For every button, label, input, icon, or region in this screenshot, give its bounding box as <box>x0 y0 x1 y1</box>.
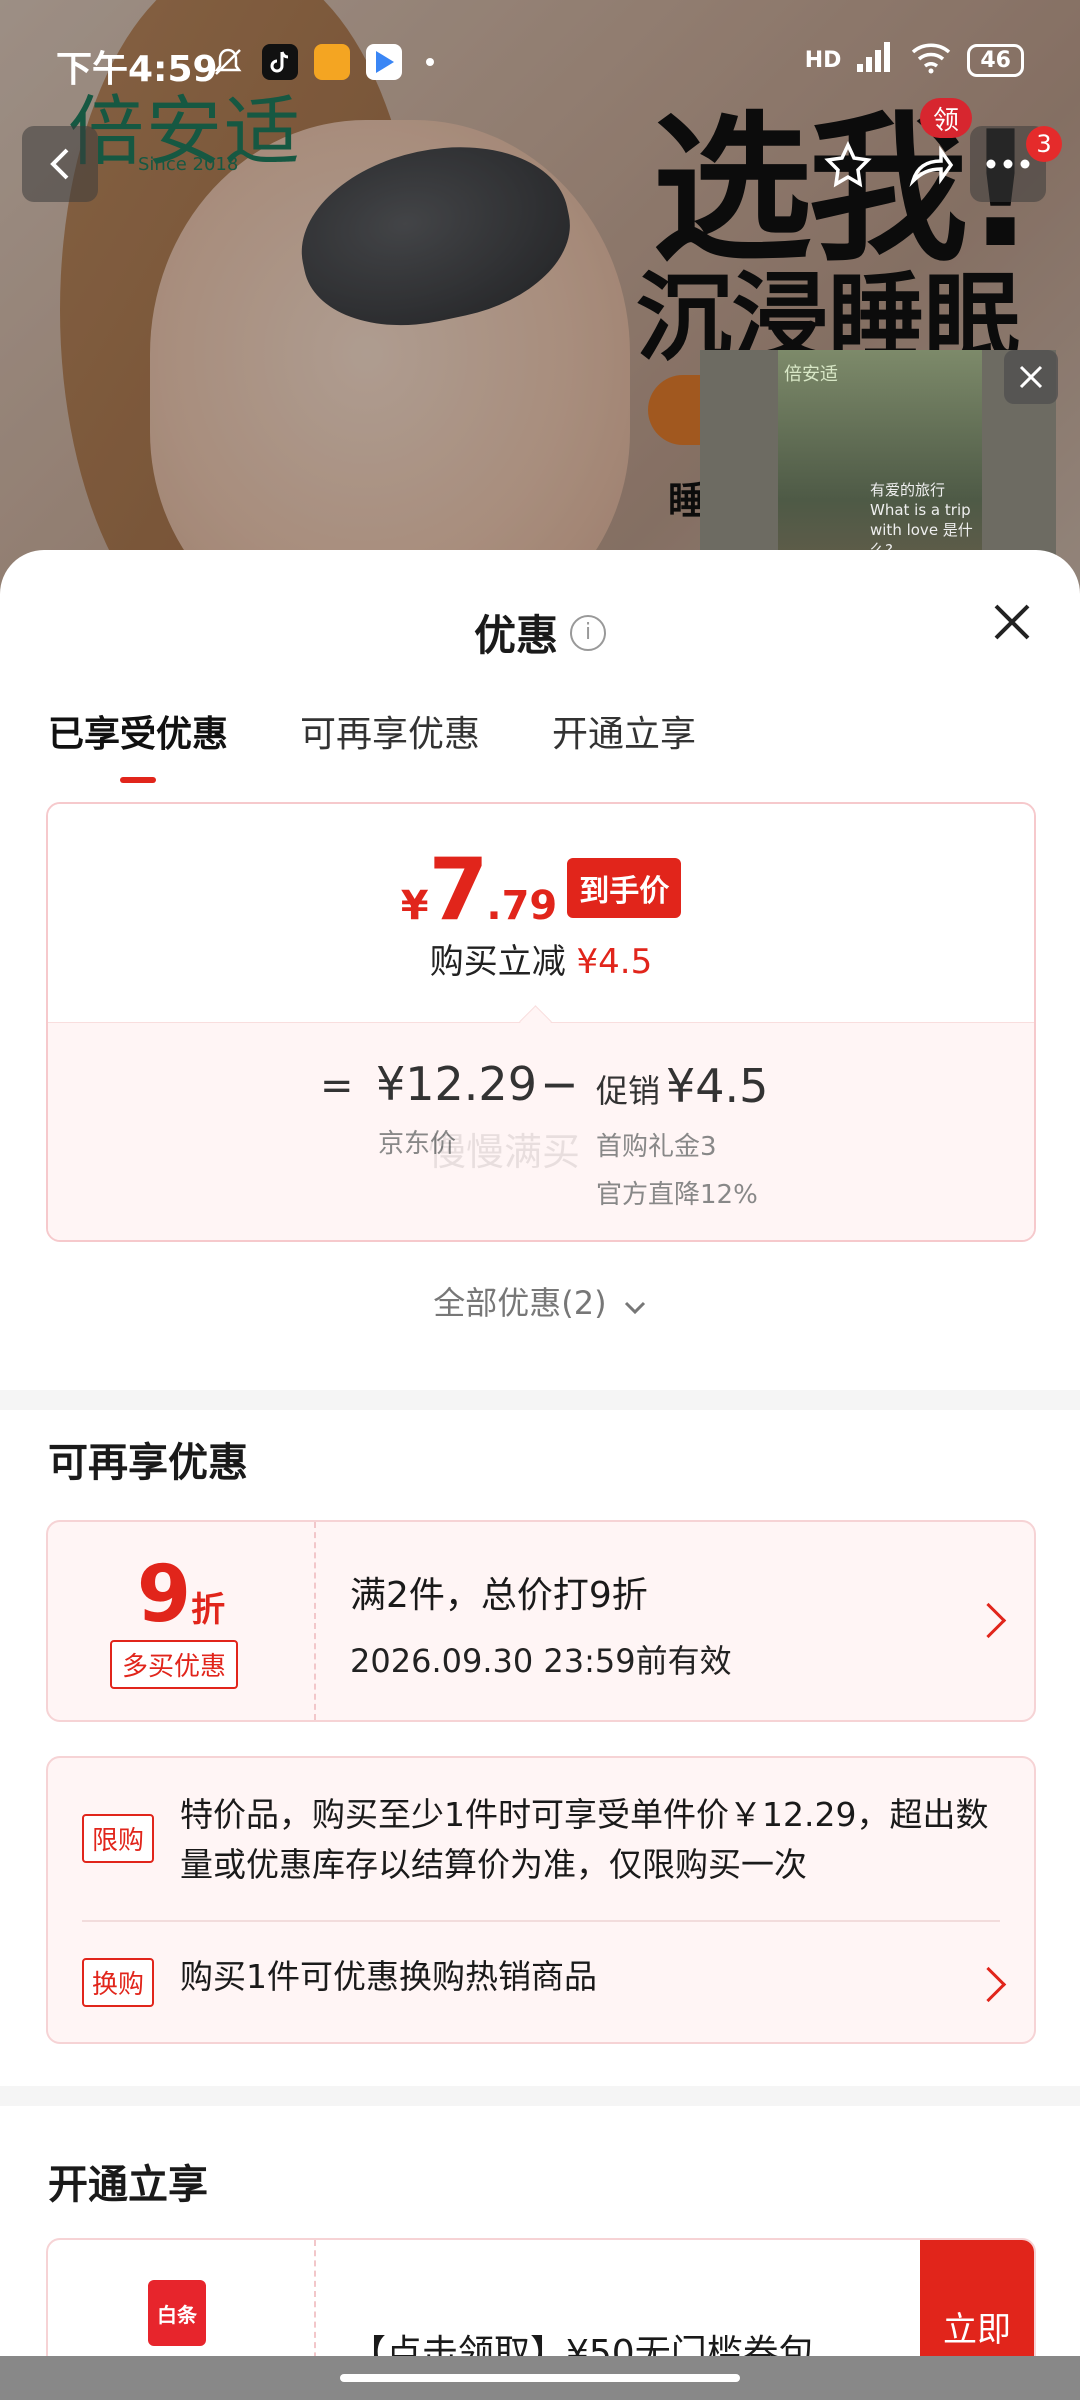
notes-app-icon <box>314 44 350 80</box>
limit-rule-text: 特价品，购买至少1件时可享受单件价￥12.29，超出数量或优惠库存以结算价为准，… <box>180 1795 989 1884</box>
purchase-rules-card: 限购 特价品，购买至少1件时可享受单件价￥12.29，超出数量或优惠库存以结算价… <box>46 1756 1036 2044</box>
promo-amount-line: 促销 ¥4.5 <box>596 1059 768 1113</box>
video-brand: 倍安适 <box>784 364 838 385</box>
section-divider <box>0 1390 1080 1410</box>
final-price: ¥7.79 到手价 <box>48 840 1034 940</box>
discount-validity: 2026.09.30 23:59前有效 <box>350 1642 732 1680</box>
signal-icon <box>855 40 895 80</box>
wifi-icon <box>909 40 953 80</box>
more-discounts-title: 可再享优惠 <box>48 1440 248 1486</box>
price-breakdown-card: ¥7.79 到手价 购买立减 ¥4.5 = ¥12.29 京东价 − 促销 ¥4.5… <box>46 802 1036 1242</box>
discount-type-tag: 多买优惠 <box>110 1640 239 1689</box>
rule-divider <box>82 1920 1000 1922</box>
discount-rate: 9折 <box>48 1550 314 1640</box>
battery-indicator: 46 <box>967 43 1024 77</box>
all-discounts-toggle[interactable]: 全部优惠(2) <box>0 1278 1080 1324</box>
chevron-right-icon <box>970 1602 1007 1639</box>
reduce-amount: ¥4.5 <box>576 942 653 982</box>
discount-rate-number: 9 <box>136 1550 192 1640</box>
section-divider <box>0 2086 1080 2106</box>
promo-item: 首购礼金3 <box>596 1132 717 1162</box>
home-indicator[interactable] <box>340 2374 740 2382</box>
floating-video-close-button[interactable] <box>1004 350 1058 404</box>
promo-label: 促销 <box>596 1072 661 1110</box>
final-price-integer: 7 <box>428 840 489 940</box>
discount-description: 满2件，总价打9折 <box>350 1575 648 1616</box>
silent-icon <box>210 44 246 80</box>
limit-tag: 限购 <box>82 1814 155 1863</box>
tab-enjoyed[interactable]: 已享受优惠 <box>48 705 228 783</box>
discount-coupon-card[interactable]: 9折 多买优惠 满2件，总价打9折 2026.09.30 23:59前有效 <box>46 1520 1036 1722</box>
cart-count-badge: 3 <box>1026 126 1062 162</box>
promo-items: 首购礼金3 官方直降12% <box>596 1123 758 1219</box>
all-discounts-label: 全部优惠(2) <box>433 1284 607 1322</box>
tab-open[interactable]: 开通立享 <box>552 705 696 783</box>
sheet-title: 优惠 <box>473 611 558 660</box>
exchange-tag: 换购 <box>82 1958 155 2007</box>
promo-item: 官方直降12% <box>596 1180 758 1210</box>
chevron-down-icon <box>623 1286 647 1324</box>
price-calculation-area: = ¥12.29 京东价 − 促销 ¥4.5 首购礼金3 官方直降12% 慢慢满买 <box>48 1022 1034 1240</box>
watermark-text: 慢慢满买 <box>428 1130 581 1174</box>
final-price-tag: 到手价 <box>567 858 682 918</box>
discount-rate-area: 9折 多买优惠 <box>48 1522 316 1720</box>
network-type: HD <box>804 47 842 73</box>
calc-minus: − <box>540 1057 579 1111</box>
close-sheet-button[interactable] <box>984 594 1040 650</box>
tab-more[interactable]: 可再享优惠 <box>300 705 480 783</box>
status-time: 下午4:59 <box>56 49 218 90</box>
favorite-button[interactable] <box>810 126 886 202</box>
promo-amount: ¥4.5 <box>666 1059 769 1113</box>
final-price-decimal: .79 <box>486 883 558 929</box>
discount-bottom-sheet: 优惠 i 已享受优惠 可再享优惠 开通立享 ¥7.79 到手价 购买立减 ¥4.5 … <box>0 550 1080 2400</box>
calc-equals: = <box>320 1063 354 1109</box>
status-right-cluster: HD 46 <box>805 40 1024 80</box>
chevron-right-icon[interactable] <box>970 1966 1007 2003</box>
discount-rate-unit: 折 <box>191 1590 226 1630</box>
open-section-title: 开通立享 <box>48 2162 208 2208</box>
tiktok-icon <box>262 44 298 80</box>
play-store-icon <box>366 44 402 80</box>
status-bar: 下午4:59 HD 46 <box>0 0 1080 120</box>
final-price-area: ¥7.79 到手价 购买立减 ¥4.5 <box>48 804 1034 1022</box>
jd-price: ¥12.29 <box>376 1057 537 1111</box>
reduce-line: 购买立减 ¥4.5 <box>48 934 1034 983</box>
exchange-rule-text[interactable]: 购买1件可优惠换购热销商品 <box>180 1952 597 2002</box>
share-button[interactable] <box>892 126 968 202</box>
info-icon[interactable]: i <box>570 614 606 651</box>
dot-icon <box>426 58 434 66</box>
final-price-currency: ¥ <box>400 883 429 929</box>
discount-tabs: 已享受优惠 可再享优惠 开通立享 <box>48 705 696 783</box>
baitiao-icon: 白条 <box>148 2280 206 2346</box>
sheet-header: 优惠 i <box>0 602 1080 663</box>
video-caption: 有爱的旅行 What is a trip with love 是什么? <box>870 481 973 559</box>
reduce-label: 购买立减 <box>429 942 566 982</box>
back-button[interactable] <box>22 126 98 202</box>
